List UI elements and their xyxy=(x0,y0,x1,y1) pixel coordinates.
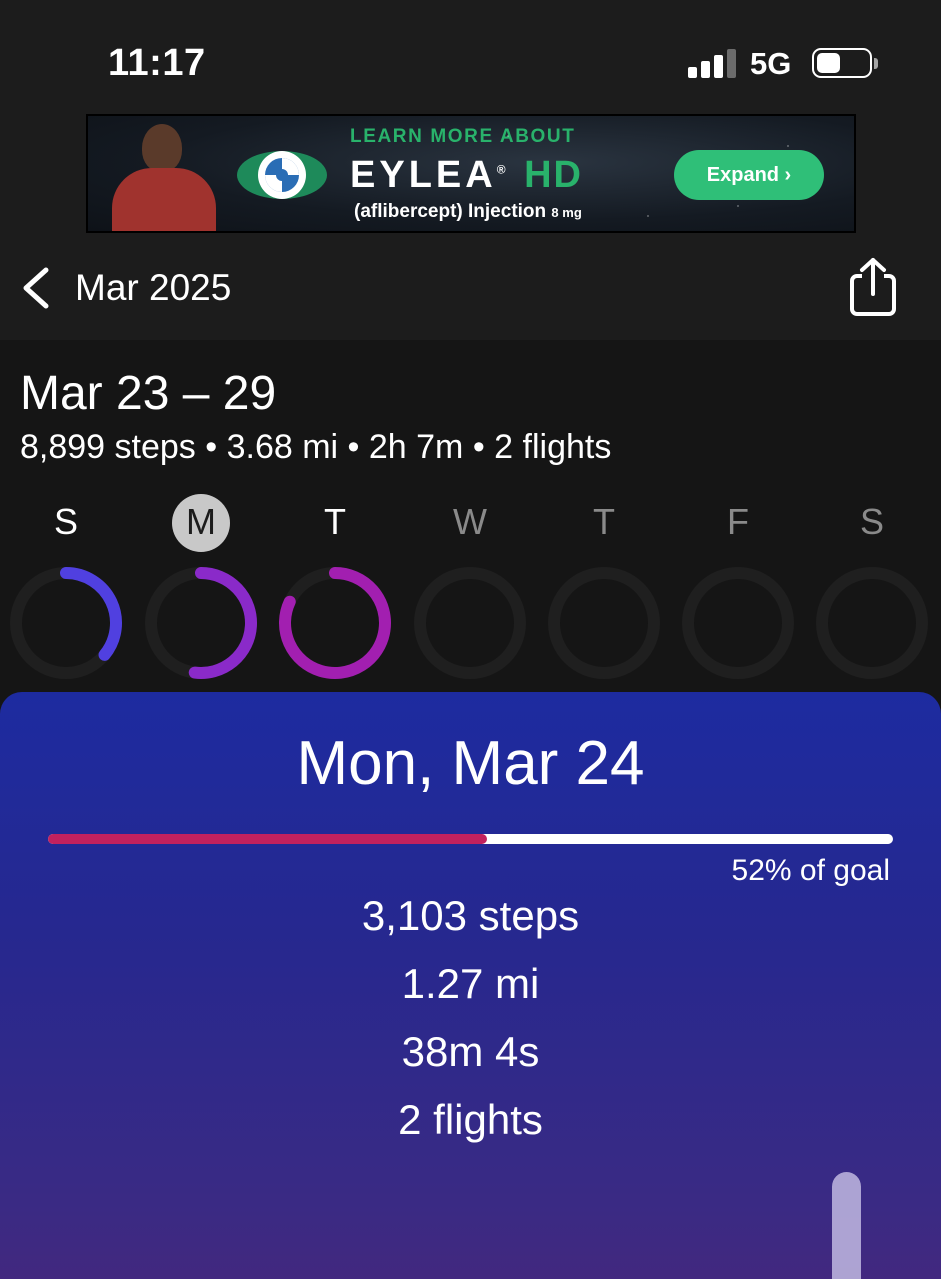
distance-value: 1.27 mi xyxy=(401,960,540,1007)
goal-progress-bar xyxy=(48,834,893,844)
goal-ring-progress-mon[interactable] xyxy=(188,567,257,679)
goal-ring-track-wed xyxy=(414,567,526,679)
ad-brand-text: EYLEA xyxy=(350,154,497,196)
goal-ring-progress-sun[interactable] xyxy=(60,567,122,661)
cellular-signal-icon xyxy=(688,48,736,78)
duration-value: 38m 4s xyxy=(401,1028,540,1075)
battery-nub xyxy=(874,58,878,69)
flights-value: 2 flights xyxy=(398,1096,543,1143)
month-title[interactable]: Mar 2025 xyxy=(75,267,231,309)
ad-brand-suffix: HD xyxy=(524,154,583,196)
ad-banner[interactable]: LEARN MORE ABOUT EYLEA® HD (aflibercept)… xyxy=(86,114,856,233)
week-section: Mar 23 – 29 8,899 steps • 3.68 mi • 2h 7… xyxy=(0,340,941,710)
ad-learn-more-text: LEARN MORE ABOUT xyxy=(350,126,576,147)
chevron-left-icon[interactable] xyxy=(20,264,54,312)
goal-ring-track-fri xyxy=(682,567,794,679)
ad-subtitle-text: (aflibercept) Injection xyxy=(354,201,547,222)
battery-icon xyxy=(812,48,872,78)
nav-header: Mar 2025 xyxy=(0,240,941,340)
goal-ring-track-thu xyxy=(548,567,660,679)
goal-percent-label: 52% of goal xyxy=(731,854,890,887)
daily-goal-rings[interactable] xyxy=(0,340,941,710)
eylea-logo-icon xyxy=(237,151,327,199)
ad-person-image xyxy=(108,124,220,231)
share-icon[interactable] xyxy=(848,256,898,318)
steps-value: 3,103 steps xyxy=(361,892,580,939)
day-detail-card: Mon, Mar 24 52% of goal 3,103 steps 1.27… xyxy=(0,692,941,1279)
day-title: Mon, Mar 24 xyxy=(296,729,645,798)
goal-ring-track-sat xyxy=(816,567,928,679)
ad-subtitle: (aflibercept) Injection 8 mg xyxy=(354,201,582,223)
ad-expand-button[interactable]: Expand › xyxy=(674,150,824,200)
status-time: 11:17 xyxy=(108,42,206,84)
scroll-handle[interactable] xyxy=(832,1172,861,1279)
ad-dose: 8 mg xyxy=(551,205,582,220)
goal-progress-fill xyxy=(48,834,488,844)
network-type: 5G xyxy=(750,46,792,81)
status-bar: 11:17 5G xyxy=(0,0,941,112)
ad-brand-name: EYLEA® HD xyxy=(350,154,583,196)
